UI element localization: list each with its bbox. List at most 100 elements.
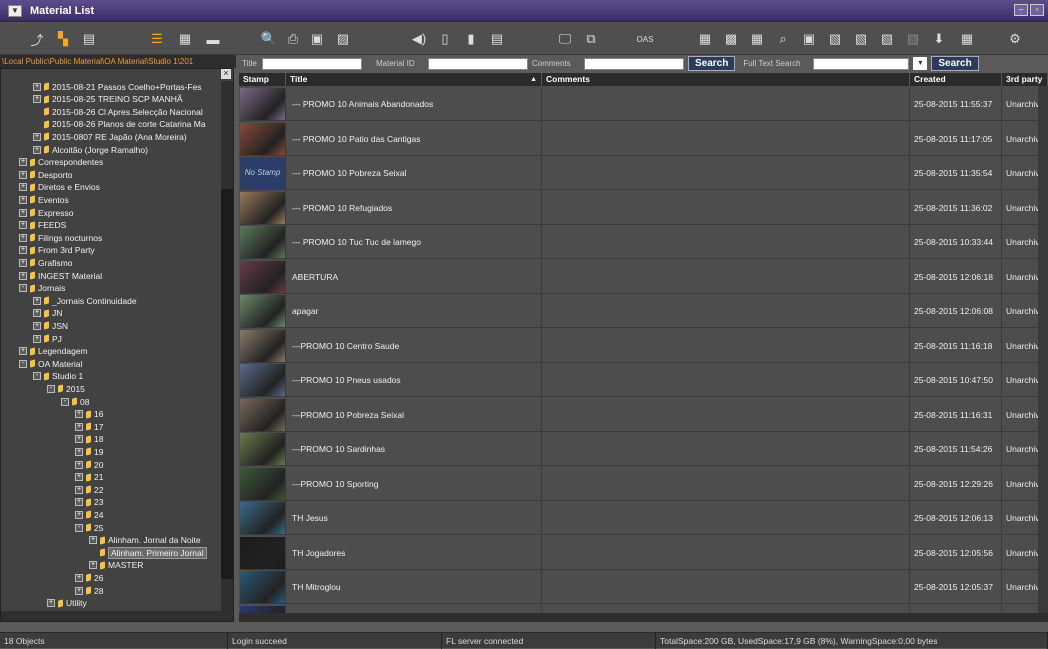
folder-tree[interactable]: × +2015-08-21 Passos Coelho+Portas-Fes +2… xyxy=(0,68,234,622)
expand-icon[interactable]: + xyxy=(33,296,41,305)
column-title[interactable]: Title ▲ xyxy=(286,73,542,86)
tree-node[interactable]: +2015-0807 RE Japão (Ana Moreira) xyxy=(33,131,187,142)
expand-icon[interactable]: + xyxy=(33,132,41,141)
table-row[interactable]: --- PROMO 10 Refugiados 25-08-2015 11:36:… xyxy=(239,190,1048,225)
title-filter-input[interactable] xyxy=(262,57,362,70)
list-view-icon[interactable]: ▤ xyxy=(80,30,98,48)
download-icon[interactable]: ⬇ xyxy=(930,30,948,48)
tree-node[interactable]: + From 3rd Party xyxy=(19,245,95,256)
collapse-icon[interactable]: - xyxy=(75,523,83,532)
expand-icon[interactable]: + xyxy=(33,334,41,343)
system-menu-button[interactable]: ▼ xyxy=(8,4,22,17)
tree-vertical-scrollbar[interactable] xyxy=(221,81,233,611)
tree-node[interactable]: + Filings nocturnos xyxy=(19,232,102,243)
collapse-icon[interactable]: - xyxy=(47,384,55,393)
full-text-search-button[interactable]: Search xyxy=(931,56,979,71)
expand-icon[interactable]: + xyxy=(19,183,27,192)
tree-node[interactable]: - 25 xyxy=(75,522,103,533)
column-stamp[interactable]: Stamp xyxy=(239,73,286,86)
tree-node[interactable]: + Alcoitão (Jorge Ramalho) xyxy=(33,144,148,155)
tree-node[interactable]: + Desporto xyxy=(19,169,73,180)
calendar-edit-icon[interactable]: ▦ xyxy=(748,30,766,48)
tree-view-icon[interactable]: ▚ xyxy=(54,30,72,48)
material-id-input[interactable] xyxy=(428,57,528,70)
document-edit-icon[interactable]: ▮ xyxy=(462,30,480,48)
tree-node[interactable]: +18 xyxy=(75,434,103,445)
tree-node[interactable]: + MASTER xyxy=(89,560,143,571)
expand-icon[interactable]: + xyxy=(33,145,41,154)
tree-node[interactable]: +28 xyxy=(75,585,103,596)
collapse-icon[interactable]: - xyxy=(61,397,69,406)
expand-icon[interactable]: + xyxy=(19,208,27,217)
table-row[interactable]: No Stamp --- PROMO 10 Pobreza Seixal 25-08… xyxy=(239,156,1048,190)
comments-filter-input[interactable] xyxy=(584,57,684,70)
tree-node[interactable]: + INGEST Material xyxy=(19,270,102,281)
expand-icon[interactable]: + xyxy=(19,246,27,255)
expand-icon[interactable]: + xyxy=(19,258,27,267)
full-text-dropdown[interactable]: ▾ xyxy=(913,57,928,70)
expand-icon[interactable]: + xyxy=(75,422,83,431)
table-row[interactable]: TH Jesus 25-08-2015 12:06:13 Unarchive xyxy=(239,501,1048,535)
expand-icon[interactable]: + xyxy=(89,536,97,545)
calendar-settings-icon[interactable]: ▦ xyxy=(696,30,714,48)
grid-view-icon[interactable]: ▦ xyxy=(176,30,194,48)
close-icon[interactable]: × xyxy=(221,69,231,79)
table-row[interactable]: --- PROMO 10 Animais Abandonados 25-08-20… xyxy=(239,87,1048,121)
expand-icon[interactable]: + xyxy=(19,221,27,230)
expand-icon[interactable]: + xyxy=(33,82,41,91)
collapse-icon[interactable]: - xyxy=(19,359,27,368)
grid-vertical-scrollbar[interactable] xyxy=(1038,86,1048,622)
expand-icon[interactable]: + xyxy=(75,485,83,494)
tree-node[interactable]: + JSN xyxy=(33,320,68,331)
table-row[interactable]: --- PROMO 10 Patio das Cantigas 25-08-201… xyxy=(239,121,1048,156)
tree-node[interactable]: +20 xyxy=(75,459,103,470)
table-row[interactable]: ---PROMO 10 Sporting 25-08-2015 12:29:26 U… xyxy=(239,466,1048,501)
table-row[interactable]: ---PROMO 10 Pobreza Seixal 25-08-2015 11:… xyxy=(239,397,1048,432)
detail-view-icon[interactable]: ☰ xyxy=(148,30,166,48)
table-row[interactable]: ---PROMO 10 Centro Saude 25-08-2015 11:16… xyxy=(239,328,1048,363)
collapse-icon[interactable]: - xyxy=(19,284,27,293)
column-3rd-party[interactable]: 3rd party xyxy=(1002,73,1048,86)
table-row[interactable]: ---PROMO 10 Sardinhas 25-08-2015 11:54:26… xyxy=(239,432,1048,466)
tree-node[interactable]: - Studio 1 xyxy=(33,371,83,382)
restore-button[interactable]: ▫ xyxy=(1030,4,1044,16)
document-list-icon[interactable]: ▤ xyxy=(488,30,506,48)
tools-icon[interactable]: ⚙ xyxy=(1006,30,1024,48)
speaker-icon[interactable]: ◀) xyxy=(410,30,428,48)
calendar-icon[interactable]: ▩ xyxy=(722,30,740,48)
tree-node[interactable]: +26 xyxy=(75,572,103,583)
tree-node[interactable]: - Jornais xyxy=(19,283,65,294)
document-icon[interactable]: ▯ xyxy=(436,30,454,48)
tree-node[interactable]: + Alinham. Jornal da Noite xyxy=(89,535,201,546)
expand-icon[interactable]: + xyxy=(75,510,83,519)
computer-icon[interactable]: 🖵 xyxy=(556,30,574,48)
table-row[interactable]: ---PROMO 10 Pneus usados 25-08-2015 10:47… xyxy=(239,363,1048,397)
expand-icon[interactable]: + xyxy=(19,195,27,204)
expand-icon[interactable]: + xyxy=(75,473,83,482)
tree-node[interactable]: + Correspondentes xyxy=(19,157,103,168)
search-icon[interactable]: 🔍 xyxy=(260,30,278,48)
oas-icon[interactable]: OAS xyxy=(636,30,654,48)
tree-node[interactable]: + FEEDS xyxy=(19,220,66,231)
expand-icon[interactable]: + xyxy=(89,561,97,570)
tree-node[interactable]: + Utility xyxy=(47,598,87,609)
expand-icon[interactable]: + xyxy=(33,309,41,318)
image-icon[interactable]: ▣ xyxy=(308,30,326,48)
expand-icon[interactable]: + xyxy=(75,460,83,469)
table-row[interactable]: ABERTURA 25-08-2015 12:06:18 Unarchive xyxy=(239,259,1048,294)
tree-node[interactable]: +2015-08-21 Passos Coelho+Portas-Fes xyxy=(33,81,202,92)
search-button[interactable]: Search xyxy=(688,56,736,71)
tree-node[interactable]: + _Jornais Continuidade xyxy=(33,295,137,306)
tree-node[interactable]: + Diretos e Envios xyxy=(19,182,100,193)
expand-icon[interactable]: + xyxy=(47,599,55,608)
monitor-icon[interactable]: ▬ xyxy=(204,30,222,48)
expand-icon[interactable]: + xyxy=(75,435,83,444)
tree-node[interactable]: + Expresso xyxy=(19,207,73,218)
tree-node[interactable]: - OA Material xyxy=(19,358,82,369)
tree-node[interactable]: - 08 xyxy=(61,396,89,407)
export-doc-icon[interactable]: ▧ xyxy=(878,30,896,48)
column-created[interactable]: Created xyxy=(910,73,1002,86)
tree-node[interactable]: Alinham. Primeiro Jornal xyxy=(89,546,207,559)
table-row[interactable]: --- PROMO 10 Tuc Tuc de lamego 25-08-2015… xyxy=(239,225,1048,259)
minimize-button[interactable]: – xyxy=(1014,4,1028,16)
